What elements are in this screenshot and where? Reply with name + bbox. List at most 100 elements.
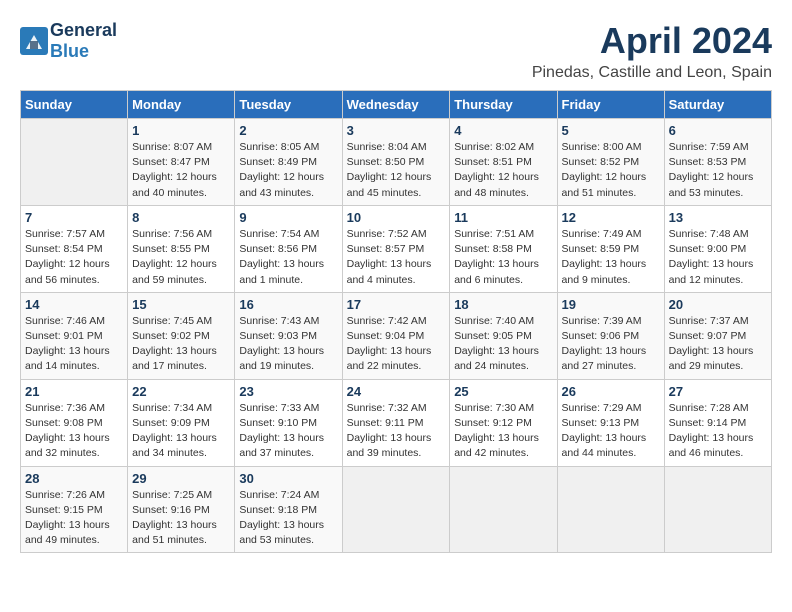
day-info: Sunrise: 7:52 AM Sunset: 8:57 PM Dayligh… bbox=[347, 227, 446, 288]
day-number: 19 bbox=[562, 297, 660, 312]
calendar-header: SundayMondayTuesdayWednesdayThursdayFrid… bbox=[21, 91, 772, 119]
calendar-cell: 4 Sunrise: 8:02 AM Sunset: 8:51 PM Daylig… bbox=[450, 119, 557, 206]
calendar-body: 1 Sunrise: 8:07 AM Sunset: 8:47 PM Daylig… bbox=[21, 119, 772, 553]
calendar-cell: 14 Sunrise: 7:46 AM Sunset: 9:01 PM Dayli… bbox=[21, 292, 128, 379]
day-number: 15 bbox=[132, 297, 230, 312]
day-info: Sunrise: 7:26 AM Sunset: 9:15 PM Dayligh… bbox=[25, 488, 123, 549]
calendar-cell: 6 Sunrise: 7:59 AM Sunset: 8:53 PM Daylig… bbox=[664, 119, 771, 206]
day-info: Sunrise: 7:33 AM Sunset: 9:10 PM Dayligh… bbox=[239, 401, 337, 462]
day-info: Sunrise: 7:59 AM Sunset: 8:53 PM Dayligh… bbox=[669, 140, 767, 201]
calendar-day-header: Saturday bbox=[664, 91, 771, 119]
day-number: 6 bbox=[669, 123, 767, 138]
logo-blue-text: Blue bbox=[50, 41, 89, 61]
page-title: April 2024 bbox=[532, 20, 772, 62]
calendar-cell bbox=[557, 466, 664, 553]
day-number: 23 bbox=[239, 384, 337, 399]
logo: General Blue bbox=[20, 20, 117, 62]
day-number: 26 bbox=[562, 384, 660, 399]
calendar-cell bbox=[450, 466, 557, 553]
day-info: Sunrise: 7:51 AM Sunset: 8:58 PM Dayligh… bbox=[454, 227, 552, 288]
day-info: Sunrise: 8:04 AM Sunset: 8:50 PM Dayligh… bbox=[347, 140, 446, 201]
title-block: April 2024 Pinedas, Castille and Leon, S… bbox=[532, 20, 772, 82]
calendar-week-row: 28 Sunrise: 7:26 AM Sunset: 9:15 PM Dayli… bbox=[21, 466, 772, 553]
calendar-cell: 21 Sunrise: 7:36 AM Sunset: 9:08 PM Dayli… bbox=[21, 379, 128, 466]
day-info: Sunrise: 8:00 AM Sunset: 8:52 PM Dayligh… bbox=[562, 140, 660, 201]
day-info: Sunrise: 7:28 AM Sunset: 9:14 PM Dayligh… bbox=[669, 401, 767, 462]
calendar-cell: 1 Sunrise: 8:07 AM Sunset: 8:47 PM Daylig… bbox=[128, 119, 235, 206]
day-info: Sunrise: 7:46 AM Sunset: 9:01 PM Dayligh… bbox=[25, 314, 123, 375]
day-number: 9 bbox=[239, 210, 337, 225]
day-number: 7 bbox=[25, 210, 123, 225]
calendar-day-header: Wednesday bbox=[342, 91, 450, 119]
calendar-week-row: 14 Sunrise: 7:46 AM Sunset: 9:01 PM Dayli… bbox=[21, 292, 772, 379]
calendar-day-header: Monday bbox=[128, 91, 235, 119]
day-number: 22 bbox=[132, 384, 230, 399]
day-number: 24 bbox=[347, 384, 446, 399]
day-number: 5 bbox=[562, 123, 660, 138]
calendar-cell: 3 Sunrise: 8:04 AM Sunset: 8:50 PM Daylig… bbox=[342, 119, 450, 206]
calendar-cell bbox=[342, 466, 450, 553]
calendar-cell: 15 Sunrise: 7:45 AM Sunset: 9:02 PM Dayli… bbox=[128, 292, 235, 379]
day-number: 21 bbox=[25, 384, 123, 399]
calendar-header-row: SundayMondayTuesdayWednesdayThursdayFrid… bbox=[21, 91, 772, 119]
calendar-cell: 11 Sunrise: 7:51 AM Sunset: 8:58 PM Dayli… bbox=[450, 205, 557, 292]
day-info: Sunrise: 7:34 AM Sunset: 9:09 PM Dayligh… bbox=[132, 401, 230, 462]
calendar-cell: 10 Sunrise: 7:52 AM Sunset: 8:57 PM Dayli… bbox=[342, 205, 450, 292]
day-number: 28 bbox=[25, 471, 123, 486]
day-number: 30 bbox=[239, 471, 337, 486]
calendar-cell: 16 Sunrise: 7:43 AM Sunset: 9:03 PM Dayli… bbox=[235, 292, 342, 379]
day-info: Sunrise: 7:39 AM Sunset: 9:06 PM Dayligh… bbox=[562, 314, 660, 375]
calendar-cell: 2 Sunrise: 8:05 AM Sunset: 8:49 PM Daylig… bbox=[235, 119, 342, 206]
day-info: Sunrise: 7:49 AM Sunset: 8:59 PM Dayligh… bbox=[562, 227, 660, 288]
calendar-cell: 5 Sunrise: 8:00 AM Sunset: 8:52 PM Daylig… bbox=[557, 119, 664, 206]
day-number: 3 bbox=[347, 123, 446, 138]
calendar-week-row: 21 Sunrise: 7:36 AM Sunset: 9:08 PM Dayli… bbox=[21, 379, 772, 466]
day-info: Sunrise: 7:56 AM Sunset: 8:55 PM Dayligh… bbox=[132, 227, 230, 288]
day-info: Sunrise: 7:42 AM Sunset: 9:04 PM Dayligh… bbox=[347, 314, 446, 375]
day-number: 12 bbox=[562, 210, 660, 225]
logo-general-text: General bbox=[50, 20, 117, 40]
calendar-cell: 26 Sunrise: 7:29 AM Sunset: 9:13 PM Dayli… bbox=[557, 379, 664, 466]
calendar-cell bbox=[664, 466, 771, 553]
day-number: 29 bbox=[132, 471, 230, 486]
calendar-cell: 7 Sunrise: 7:57 AM Sunset: 8:54 PM Daylig… bbox=[21, 205, 128, 292]
page-subtitle: Pinedas, Castille and Leon, Spain bbox=[532, 64, 772, 82]
day-info: Sunrise: 7:32 AM Sunset: 9:11 PM Dayligh… bbox=[347, 401, 446, 462]
calendar-week-row: 1 Sunrise: 8:07 AM Sunset: 8:47 PM Daylig… bbox=[21, 119, 772, 206]
day-info: Sunrise: 8:07 AM Sunset: 8:47 PM Dayligh… bbox=[132, 140, 230, 201]
calendar-cell: 27 Sunrise: 7:28 AM Sunset: 9:14 PM Dayli… bbox=[664, 379, 771, 466]
day-number: 1 bbox=[132, 123, 230, 138]
day-number: 2 bbox=[239, 123, 337, 138]
day-number: 14 bbox=[25, 297, 123, 312]
day-number: 4 bbox=[454, 123, 552, 138]
day-info: Sunrise: 7:45 AM Sunset: 9:02 PM Dayligh… bbox=[132, 314, 230, 375]
day-number: 20 bbox=[669, 297, 767, 312]
day-number: 10 bbox=[347, 210, 446, 225]
calendar-cell: 18Sunrise: 7:40 AM Sunset: 9:05 PM Dayli… bbox=[450, 292, 557, 379]
calendar-cell: 19 Sunrise: 7:39 AM Sunset: 9:06 PM Dayli… bbox=[557, 292, 664, 379]
calendar-cell: 22 Sunrise: 7:34 AM Sunset: 9:09 PM Dayli… bbox=[128, 379, 235, 466]
calendar-cell: 9 Sunrise: 7:54 AM Sunset: 8:56 PM Daylig… bbox=[235, 205, 342, 292]
calendar-cell: 23 Sunrise: 7:33 AM Sunset: 9:10 PM Dayli… bbox=[235, 379, 342, 466]
day-info: Sunrise: 8:05 AM Sunset: 8:49 PM Dayligh… bbox=[239, 140, 337, 201]
calendar-cell: 25Sunrise: 7:30 AM Sunset: 9:12 PM Dayli… bbox=[450, 379, 557, 466]
day-number: 16 bbox=[239, 297, 337, 312]
day-number: 27 bbox=[669, 384, 767, 399]
calendar-cell: 17Sunrise: 7:42 AM Sunset: 9:04 PM Dayli… bbox=[342, 292, 450, 379]
day-info: Sunrise: 7:37 AM Sunset: 9:07 PM Dayligh… bbox=[669, 314, 767, 375]
calendar-table: SundayMondayTuesdayWednesdayThursdayFrid… bbox=[20, 90, 772, 553]
day-info: Sunrise: 7:43 AM Sunset: 9:03 PM Dayligh… bbox=[239, 314, 337, 375]
day-info: Sunrise: 7:54 AM Sunset: 8:56 PM Dayligh… bbox=[239, 227, 337, 288]
day-number: 8 bbox=[132, 210, 230, 225]
calendar-cell: 28 Sunrise: 7:26 AM Sunset: 9:15 PM Dayli… bbox=[21, 466, 128, 553]
calendar-day-header: Friday bbox=[557, 91, 664, 119]
day-info: Sunrise: 7:25 AM Sunset: 9:16 PM Dayligh… bbox=[132, 488, 230, 549]
calendar-cell bbox=[21, 119, 128, 206]
day-info: Sunrise: 7:29 AM Sunset: 9:13 PM Dayligh… bbox=[562, 401, 660, 462]
day-info: Sunrise: 8:02 AM Sunset: 8:51 PM Dayligh… bbox=[454, 140, 552, 201]
day-info: Sunrise: 7:48 AM Sunset: 9:00 PM Dayligh… bbox=[669, 227, 767, 288]
day-info: Sunrise: 7:57 AM Sunset: 8:54 PM Dayligh… bbox=[25, 227, 123, 288]
day-info: Sunrise: 7:36 AM Sunset: 9:08 PM Dayligh… bbox=[25, 401, 123, 462]
calendar-day-header: Thursday bbox=[450, 91, 557, 119]
day-number: 11 bbox=[454, 210, 552, 225]
